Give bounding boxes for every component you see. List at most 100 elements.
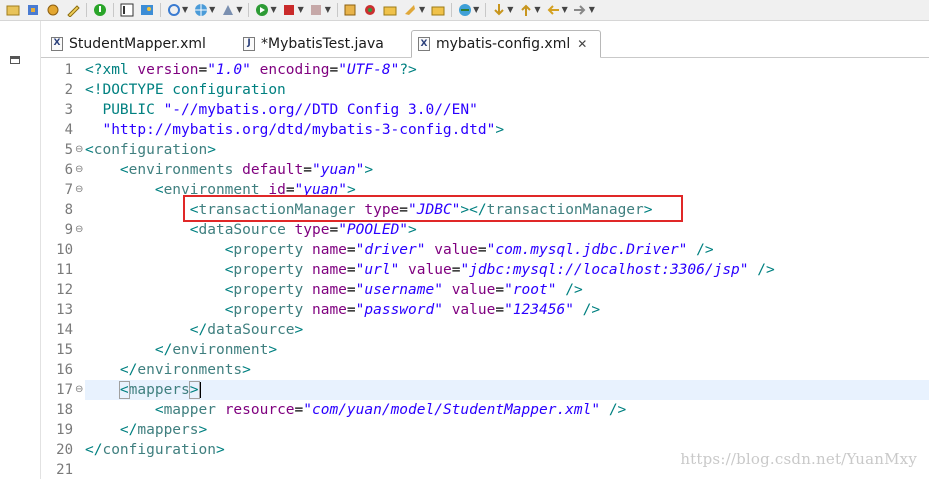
token: </ — [119, 422, 138, 438]
code-line: 3 PUBLIC "-//mybatis.org//DTD Config 3.0… — [41, 100, 929, 120]
token: </ — [154, 342, 173, 358]
fold-toggle-icon[interactable]: ⊖ — [75, 220, 83, 240]
refresh-icon[interactable] — [166, 3, 181, 18]
debug-icon[interactable] — [119, 3, 134, 18]
token: encoding — [250, 62, 330, 78]
line-number: 2 — [64, 82, 73, 98]
token: "yuan" — [312, 162, 365, 178]
line-number: 4 — [64, 122, 73, 138]
task-icon[interactable] — [403, 3, 418, 18]
close-icon[interactable]: ✕ — [577, 37, 587, 51]
settings-icon[interactable] — [45, 3, 60, 18]
line-number: 5 — [64, 142, 73, 158]
code-line: 19 </mappers> — [41, 420, 929, 440]
code-line: 14 </dataSource> — [41, 320, 929, 340]
chevron-down-icon[interactable]: ▼ — [298, 0, 304, 20]
token: "com/yuan/model/StudentMapper.xml" — [303, 402, 601, 418]
chevron-down-icon[interactable]: ▼ — [209, 0, 215, 20]
token: = — [303, 162, 312, 178]
back-icon[interactable] — [546, 3, 561, 18]
chevron-down-icon[interactable]: ▼ — [473, 0, 479, 20]
token: "password" — [355, 302, 443, 318]
web-icon[interactable] — [220, 3, 235, 18]
fold-toggle-icon[interactable]: ⊖ — [75, 380, 83, 400]
chevron-down-icon[interactable]: ▼ — [419, 0, 425, 20]
tab-mybatistest-java[interactable]: J *MybatisTest.java — [237, 30, 384, 57]
code-line: 5 ⊖ <configuration> — [41, 140, 929, 160]
folder-icon[interactable] — [383, 3, 398, 18]
token: /> — [600, 402, 627, 418]
folder2-icon[interactable] — [430, 3, 445, 18]
forward-icon[interactable] — [573, 3, 588, 18]
fold-toggle-icon[interactable]: ⊖ — [75, 140, 83, 160]
chevron-down-icon[interactable]: ▼ — [589, 0, 595, 20]
token: = — [477, 242, 487, 258]
token: < — [119, 162, 129, 178]
token: /> — [748, 262, 775, 278]
token: /> — [556, 282, 583, 298]
restore-view-icon[interactable] — [10, 56, 20, 64]
xml-source-editor[interactable]: 1 <?xml version="1.0" encoding="UTF-8"?>… — [41, 58, 929, 479]
fold-toggle-icon[interactable]: ⊖ — [75, 160, 83, 180]
token: value — [442, 282, 496, 298]
toolbar-separator — [485, 3, 487, 17]
tab-studentmapper-xml[interactable]: X StudentMapper.xml — [45, 30, 206, 57]
run-icon[interactable] — [254, 3, 269, 18]
line-number: 15 — [56, 342, 73, 358]
code-text: <property name="driver" value="com.mysql… — [85, 240, 714, 260]
token: = — [294, 402, 304, 418]
token: name — [303, 302, 347, 318]
token: dataSource — [207, 322, 295, 338]
stop-icon[interactable] — [282, 3, 297, 18]
token: environment — [172, 342, 269, 358]
tools-icon[interactable] — [25, 3, 40, 18]
chevron-down-icon[interactable]: ▼ — [562, 0, 568, 20]
code-text: </environment> — [85, 340, 277, 360]
search-globe-icon[interactable] — [457, 3, 472, 18]
token: < — [118, 381, 130, 399]
chevron-down-icon[interactable]: ▼ — [270, 0, 276, 20]
globe-icon[interactable] — [193, 3, 208, 18]
build-icon[interactable] — [309, 3, 324, 18]
editor-tab-bar: X StudentMapper.xml J *MybatisTest.java … — [41, 21, 929, 58]
code-line: 17 ⊖ <mappers> — [41, 380, 929, 400]
coverage-icon[interactable] — [363, 3, 378, 18]
open-icon[interactable] — [5, 3, 20, 18]
chevron-down-icon[interactable]: ▼ — [534, 0, 540, 20]
token: "driver" — [355, 242, 426, 258]
code-text: </mappers> — [85, 420, 207, 440]
edit-icon[interactable] — [65, 3, 80, 18]
image-icon[interactable] — [139, 3, 154, 18]
code-text: <environments default="yuan"> — [85, 160, 373, 180]
next-annotation-icon[interactable] — [491, 3, 506, 18]
fold-toggle-icon[interactable]: ⊖ — [75, 180, 83, 200]
toolbar-separator — [86, 3, 87, 17]
chevron-down-icon[interactable]: ▼ — [236, 0, 242, 20]
chevron-down-icon[interactable]: ▼ — [507, 0, 513, 20]
tab-label: StudentMapper.xml — [69, 35, 206, 52]
code-text: "http://mybatis.org/dtd/mybatis-3-config… — [85, 120, 504, 140]
token: > — [294, 322, 304, 338]
code-line: 12 <property name="username" value="root… — [41, 280, 929, 300]
token: configuration — [102, 442, 216, 458]
profile-icon[interactable] — [343, 3, 358, 18]
terminal-icon[interactable] — [92, 3, 107, 18]
line-number: 8 — [64, 202, 73, 218]
chevron-down-icon[interactable]: ▼ — [182, 0, 188, 20]
line-number: 17 — [56, 382, 73, 398]
line-number: 13 — [56, 302, 73, 318]
code-line: 10 <property name="driver" value="com.my… — [41, 240, 929, 260]
tab-mybatis-config-xml[interactable]: X mybatis-config.xml ✕ — [411, 30, 601, 58]
token: </ — [189, 322, 208, 338]
token: /> — [573, 302, 601, 318]
code-text: </dataSource> — [85, 320, 304, 340]
prev-annotation-icon[interactable] — [518, 3, 533, 18]
token: resource — [215, 402, 295, 418]
token: > — [268, 342, 278, 358]
token: name — [303, 242, 347, 258]
chevron-down-icon[interactable]: ▼ — [325, 0, 331, 20]
